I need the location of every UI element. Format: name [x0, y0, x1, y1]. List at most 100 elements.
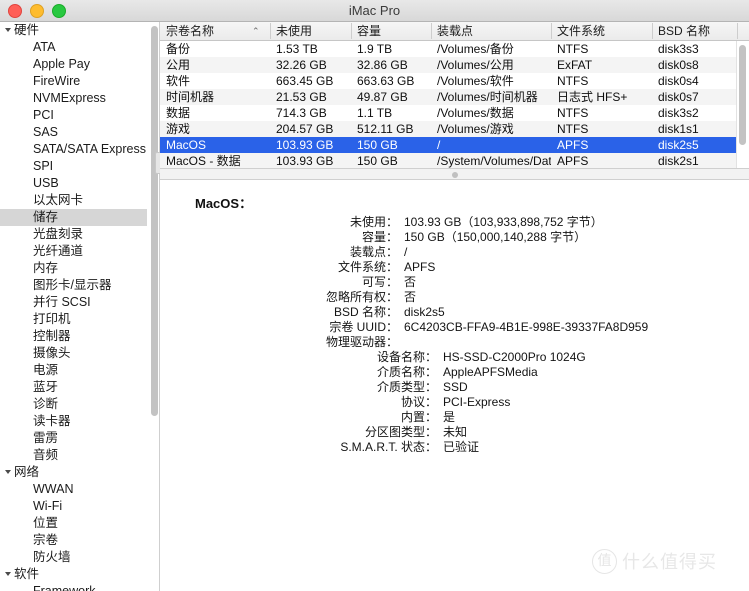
chevron-down-icon[interactable]: [5, 470, 11, 474]
table-row[interactable]: MacOS - 数据 103.93 GB 150 GB/System/Volumes…: [160, 153, 749, 168]
detail-field-row: 文件系统： APFS: [160, 260, 749, 275]
column-divider[interactable]: [652, 23, 653, 39]
sidebar-item-读卡器[interactable]: 读卡器: [0, 413, 147, 430]
sidebar-item-位置[interactable]: 位置: [0, 515, 147, 532]
column-divider[interactable]: [431, 23, 432, 39]
table-row[interactable]: 时间机器 21.53 GB 49.87 GB/Volumes/时间机器 日志式 HFS…: [160, 89, 749, 105]
table-cell-bsd: disk0s7: [658, 90, 699, 104]
detail-field-value: 否: [404, 290, 417, 304]
table-row[interactable]: 游戏 204.57 GB 512.11 GB/Volumes/游戏 NTFS disk1…: [160, 121, 749, 137]
sidebar-item-label: Wi-Fi: [33, 499, 63, 513]
sidebar-item-label: 光盘刻录: [33, 227, 84, 241]
chevron-down-icon[interactable]: [5, 572, 11, 576]
column-header-BSD 名称[interactable]: BSD 名称: [652, 22, 736, 40]
report-sidebar[interactable]: 硬件 ATA Apple Pay FireWire NVMExpress PCI SAS SA…: [0, 22, 147, 591]
sidebar-item-label: 并行 SCSI: [33, 295, 91, 309]
sidebar-item-以太网卡[interactable]: 以太网卡: [0, 192, 147, 209]
sidebar-item-ATA[interactable]: ATA: [0, 39, 147, 56]
table-cell-free: 103.93 GB: [276, 154, 334, 168]
table-cell-capacity: 150 GB: [357, 138, 398, 152]
sidebar-group-网络[interactable]: 网络: [0, 464, 147, 481]
sidebar-item-WWAN[interactable]: WWAN: [0, 481, 147, 498]
sidebar-item-储存[interactable]: 储存: [0, 209, 147, 226]
sidebar-item-音频[interactable]: 音频: [0, 447, 147, 464]
sidebar-item-打印机[interactable]: 打印机: [0, 311, 147, 328]
detail-field-row: 内置： 是: [160, 410, 749, 425]
sidebar-item-label: NVMExpress: [33, 91, 106, 105]
sidebar-item-Framework[interactable]: Framework: [0, 583, 147, 591]
column-header-label: 未使用: [276, 24, 313, 38]
sidebar-item-SATA/SATA Express[interactable]: SATA/SATA Express: [0, 141, 147, 158]
column-divider[interactable]: [351, 23, 352, 39]
sidebar-item-SPI[interactable]: SPI: [0, 158, 147, 175]
table-cell-name: 公用: [166, 58, 191, 72]
table-cell-mount: /Volumes/公用: [437, 58, 514, 72]
table-cell-bsd: disk0s8: [658, 58, 699, 72]
table-row[interactable]: 公用 32.26 GB 32.86 GB/Volumes/公用 ExFAT disk0s…: [160, 57, 749, 73]
detail-field-row: 可写： 否: [160, 275, 749, 290]
sidebar-item-宗卷[interactable]: 宗卷: [0, 532, 147, 549]
detail-field-row: 未使用： 103.93 GB（103,933,898,752 字节）: [160, 215, 749, 230]
sidebar-item-蓝牙[interactable]: 蓝牙: [0, 379, 147, 396]
sidebar-item-label: 以太网卡: [33, 193, 84, 207]
column-header-label: 宗卷名称: [166, 24, 215, 38]
column-header-宗卷名称[interactable]: 宗卷名称 ⌃: [160, 22, 270, 40]
sidebar-group-label: 硬件: [14, 23, 40, 37]
sidebar-item-label: WWAN: [33, 482, 74, 496]
table-row[interactable]: MacOS 103.93 GB 150 GB / APFS disk2s5: [160, 137, 749, 153]
column-divider[interactable]: [551, 23, 552, 39]
main-content-area: 宗卷名称 ⌃ 未使用 容量 装载点 文件系统 BSD 名称 备份 1.53 TB 1.9 TB /…: [160, 22, 749, 591]
table-cell-capacity: 1.1 TB: [357, 106, 393, 120]
sidebar-item-光盘刻录[interactable]: 光盘刻录: [0, 226, 147, 243]
sidebar-item-控制器[interactable]: 控制器: [0, 328, 147, 345]
sidebar-item-SAS[interactable]: SAS: [0, 124, 147, 141]
table-row[interactable]: 数据 714.3 GB 1.1 TB/Volumes/数据 NTFS disk3s2: [160, 105, 749, 121]
detail-field-label: 文件系统：: [337, 260, 398, 274]
table-row[interactable]: 备份 1.53 TB 1.9 TB/Volumes/备份 NTFS disk3s3: [160, 41, 749, 57]
table-row[interactable]: 软件 663.45 GB 663.63 GB/Volumes/软件 NTFS disk0…: [160, 73, 749, 89]
table-scrollbar-track[interactable]: [736, 41, 749, 168]
column-header-未使用[interactable]: 未使用: [270, 22, 351, 40]
sidebar-item-label: Framework: [33, 584, 96, 591]
table-cell-free: 21.53 GB: [276, 90, 327, 104]
volumes-table-body[interactable]: 备份 1.53 TB 1.9 TB/Volumes/备份 NTFS disk3s3 公用 3…: [160, 41, 749, 168]
chevron-down-icon[interactable]: [5, 28, 11, 32]
volume-detail-pane: MacOS： 未使用： 103.93 GB（103,933,898,752 字节）…: [160, 180, 749, 590]
sidebar-item-电源[interactable]: 电源: [0, 362, 147, 379]
sidebar-item-内存[interactable]: 内存: [0, 260, 147, 277]
table-cell-bsd: disk3s3: [658, 42, 699, 56]
column-header-文件系统[interactable]: 文件系统: [551, 22, 652, 40]
sidebar-item-Apple Pay[interactable]: Apple Pay: [0, 56, 147, 73]
column-divider[interactable]: [270, 23, 271, 39]
column-divider[interactable]: [737, 23, 738, 39]
column-header-装载点[interactable]: 装载点: [431, 22, 551, 40]
sidebar-item-防火墙[interactable]: 防火墙: [0, 549, 147, 566]
table-cell-capacity: 663.63 GB: [357, 74, 415, 88]
column-header-容量[interactable]: 容量: [351, 22, 431, 40]
sidebar-item-USB[interactable]: USB: [0, 175, 147, 192]
sidebar-item-诊断[interactable]: 诊断: [0, 396, 147, 413]
sidebar-item-摄像头[interactable]: 摄像头: [0, 345, 147, 362]
sidebar-item-NVMExpress[interactable]: NVMExpress: [0, 90, 147, 107]
detail-field-value: disk2s5: [404, 305, 445, 319]
sidebar-item-Wi-Fi[interactable]: Wi-Fi: [0, 498, 147, 515]
sidebar-group-硬件[interactable]: 硬件: [0, 22, 147, 39]
detail-field-label: S.M.A.R.T. 状态：: [340, 440, 437, 454]
sidebar-item-雷雳[interactable]: 雷雳: [0, 430, 147, 447]
table-scrollbar-thumb[interactable]: [739, 45, 746, 145]
splitter-grab-handle[interactable]: [451, 172, 458, 178]
sidebar-item-并行 SCSI[interactable]: 并行 SCSI: [0, 294, 147, 311]
sidebar-group-软件[interactable]: 软件: [0, 566, 147, 583]
volumes-table-header[interactable]: 宗卷名称 ⌃ 未使用 容量 装载点 文件系统 BSD 名称: [160, 22, 749, 41]
detail-field-row: 分区图类型： 未知: [160, 425, 749, 440]
sidebar-item-label: SPI: [33, 159, 54, 173]
table-cell-fs: ExFAT: [557, 58, 593, 72]
sidebar-item-图形卡/显示器[interactable]: 图形卡/显示器: [0, 277, 147, 294]
table-detail-splitter[interactable]: [160, 168, 749, 180]
sidebar-item-FireWire[interactable]: FireWire: [0, 73, 147, 90]
sidebar-item-PCI[interactable]: PCI: [0, 107, 147, 124]
sidebar-scrollbar-thumb[interactable]: [151, 26, 158, 416]
sidebar-item-光纤通道[interactable]: 光纤通道: [0, 243, 147, 260]
detail-pane-title: MacOS：: [195, 196, 253, 211]
sort-ascending-icon[interactable]: ⌃: [252, 22, 260, 40]
